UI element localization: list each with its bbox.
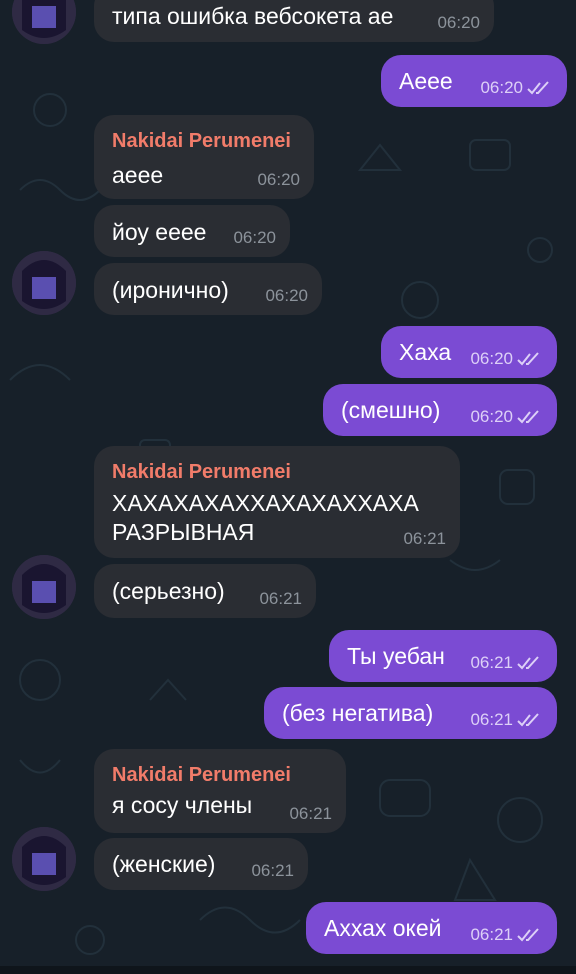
avatar-icon — [12, 555, 76, 619]
message-time: 06:21 — [403, 529, 446, 548]
message-time: 06:20 — [233, 228, 276, 247]
double-check-icon — [517, 928, 539, 942]
message-time: 06:20 — [470, 349, 543, 369]
message-time: 06:21 — [251, 861, 294, 880]
message-text: РАЗРЫВНАЯ — [112, 519, 255, 545]
sender-name[interactable]: Nakidai Perumenei — [112, 762, 291, 788]
bottom-edge — [0, 966, 576, 974]
message-time: 06:21 — [470, 925, 543, 945]
message-bubble[interactable]: (серьезно) 06:21 — [94, 564, 316, 618]
message-bubble[interactable]: (без негатива) 06:21 — [264, 687, 557, 739]
message-time: 06:21 — [289, 804, 332, 823]
message-bubble[interactable]: Аххах окей 06:21 — [306, 902, 557, 954]
message-text: (женские) — [112, 851, 216, 877]
message-time: 06:20 — [437, 13, 480, 32]
message-text: (иронично) — [112, 277, 229, 303]
double-check-icon — [517, 352, 539, 366]
message-bubble[interactable]: типа ошибка вебсокета ае 06:20 — [94, 0, 494, 42]
message-text: ХАХАХАХАХХАХАХАХХАХА — [112, 490, 419, 516]
message-text: (серьезно) — [112, 578, 225, 604]
double-check-icon — [517, 656, 539, 670]
message-bubble[interactable]: Nakidai Perumenei аеее 06:20 — [94, 115, 314, 199]
message-text: Хаха — [399, 339, 452, 365]
message-bubble[interactable]: (смешно) 06:20 — [323, 384, 557, 436]
sender-name[interactable]: Nakidai Perumenei — [112, 459, 291, 485]
message-time: 06:21 — [259, 589, 302, 608]
avatar[interactable] — [12, 827, 76, 891]
message-time: 06:20 — [257, 170, 300, 189]
avatar-icon — [12, 0, 76, 44]
message-text: (без негатива) — [282, 700, 434, 726]
double-check-icon — [517, 713, 539, 727]
double-check-icon — [527, 81, 549, 95]
avatar[interactable] — [12, 0, 76, 44]
message-bubble[interactable]: Ты уебан 06:21 — [329, 630, 557, 682]
avatar[interactable] — [12, 251, 76, 315]
message-text: типа ошибка вебсокета ае — [112, 3, 394, 29]
message-text: Ты уебан — [347, 643, 445, 669]
message-bubble[interactable]: Nakidai Perumenei ХАХАХАХАХХАХАХАХХАХА Р… — [94, 446, 460, 558]
message-text: я сосу члены — [112, 792, 253, 818]
message-bubble[interactable]: (иронично) 06:20 — [94, 263, 322, 315]
avatar-icon — [12, 251, 76, 315]
message-bubble[interactable]: (женские) 06:21 — [94, 838, 308, 890]
message-text: Аеее — [399, 68, 453, 94]
sender-name[interactable]: Nakidai Perumenei — [112, 128, 291, 154]
message-time: 06:21 — [470, 653, 543, 673]
message-bubble[interactable]: Хаха 06:20 — [381, 326, 557, 378]
message-text: (смешно) — [341, 397, 441, 423]
message-time: 06:20 — [480, 78, 553, 98]
message-text: йоу ееее — [112, 219, 207, 245]
message-bubble[interactable]: Аеее 06:20 — [381, 55, 567, 107]
message-bubble[interactable]: Nakidai Perumenei я сосу члены 06:21 — [94, 749, 346, 833]
avatar-icon — [12, 827, 76, 891]
message-text: аеее — [112, 162, 164, 188]
message-bubble[interactable]: йоу ееее 06:20 — [94, 205, 290, 257]
message-text: Аххах окей — [324, 915, 442, 941]
avatar[interactable] — [12, 555, 76, 619]
message-time: 06:20 — [470, 407, 543, 427]
message-time: 06:21 — [470, 710, 543, 730]
message-time: 06:20 — [265, 286, 308, 305]
double-check-icon — [517, 410, 539, 424]
